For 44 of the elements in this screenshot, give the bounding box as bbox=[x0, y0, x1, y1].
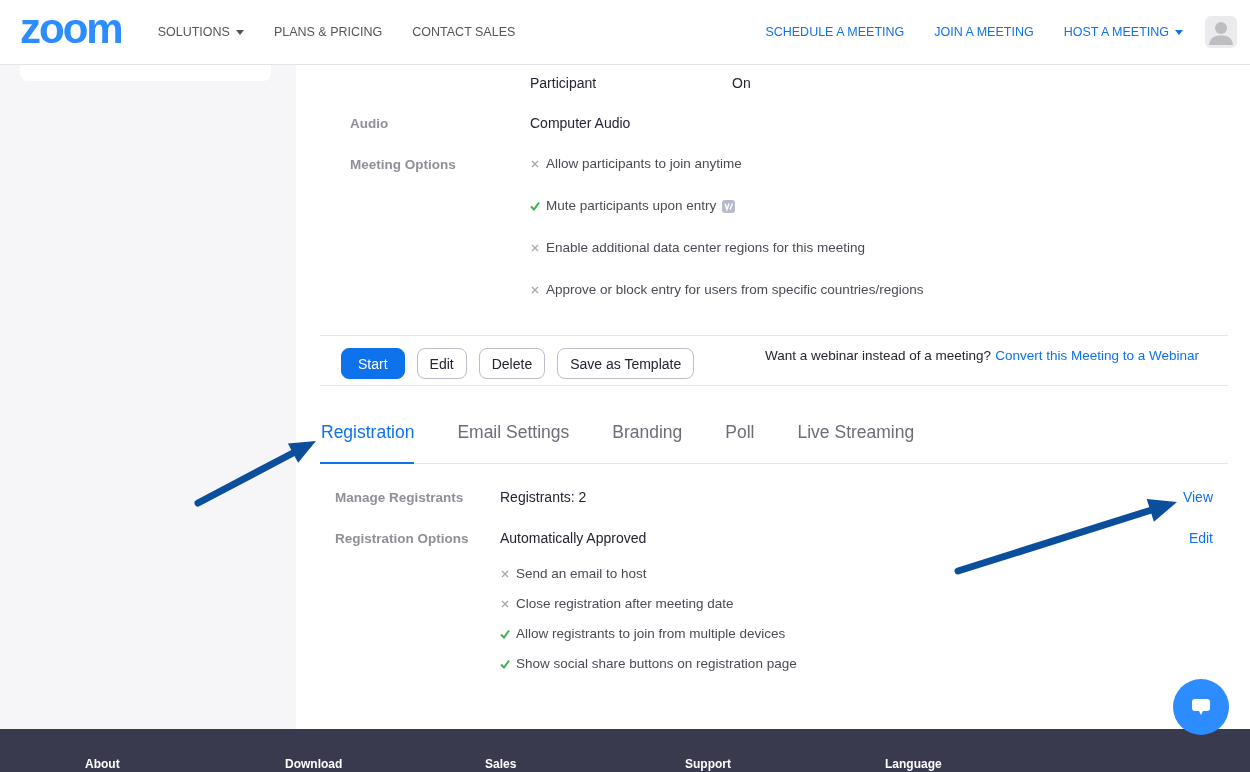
nav-link[interactable]: JOIN A MEETING bbox=[934, 24, 1034, 40]
convert-to-webinar-link[interactable]: Convert this Meeting to a Webinar bbox=[995, 346, 1199, 366]
option-text: Show social share buttons on registration page bbox=[516, 655, 797, 673]
field-value: Automatically Approved bbox=[500, 530, 647, 546]
option-text: Send an email to host bbox=[516, 565, 647, 583]
row-link[interactable]: Edit bbox=[1188, 530, 1213, 546]
option-text: Approve or block entry for users from specific countries/regions bbox=[546, 281, 924, 299]
webinar-prompt-text: Want a webinar instead of a meeting? bbox=[765, 347, 992, 365]
footer-heading: Sales bbox=[485, 757, 517, 772]
option-text: Allow registrants to join from multiple devices bbox=[516, 625, 786, 643]
action-button[interactable]: Start bbox=[341, 348, 405, 379]
option-text: Allow participants to join anytime bbox=[546, 155, 742, 173]
chat-bubble-icon bbox=[1192, 699, 1210, 715]
nav-link[interactable]: SCHEDULE A MEETING bbox=[765, 24, 905, 40]
field-value: On bbox=[732, 75, 751, 91]
tab[interactable]: Branding bbox=[611, 420, 683, 464]
tab[interactable]: Registration bbox=[320, 420, 415, 464]
footer-heading: About bbox=[85, 757, 120, 772]
action-button[interactable]: Edit bbox=[416, 348, 467, 379]
field-label: Registration Options bbox=[335, 531, 469, 546]
tab[interactable]: Live Streaming bbox=[796, 420, 915, 464]
field-label: Manage Registrants bbox=[335, 490, 464, 505]
option-text: Mute participants upon entry bbox=[546, 197, 717, 215]
tab[interactable]: Email Settings bbox=[456, 420, 570, 464]
logo[interactable]: zoom bbox=[20, 8, 122, 50]
footer-heading: Download bbox=[285, 757, 343, 772]
field-value: Registrants: 2 bbox=[500, 489, 587, 505]
action-button[interactable]: Save as Template bbox=[557, 348, 695, 379]
row-link[interactable]: View bbox=[1182, 489, 1213, 505]
option-text: Enable additional data center regions for this meeting bbox=[546, 239, 865, 257]
nav-link[interactable]: HOST A MEETING bbox=[1063, 24, 1183, 40]
footer-heading: Support bbox=[685, 757, 731, 772]
footer-heading: Language bbox=[885, 757, 942, 772]
option-text: Close registration after meeting date bbox=[516, 595, 734, 613]
field-label: Meeting Options bbox=[350, 157, 456, 172]
nav-link[interactable]: CONTACT SALES bbox=[412, 24, 516, 40]
nav-link[interactable]: PLANS & PRICING bbox=[273, 24, 383, 40]
field-label: Audio bbox=[350, 116, 389, 131]
action-button[interactable]: Delete bbox=[478, 348, 546, 379]
tab[interactable]: Poll bbox=[724, 420, 755, 464]
nav-link[interactable]: SOLUTIONS bbox=[157, 24, 244, 40]
chat-button[interactable] bbox=[1173, 679, 1229, 735]
field-value: Computer Audio bbox=[530, 115, 631, 131]
field-value: Participant bbox=[530, 75, 597, 91]
